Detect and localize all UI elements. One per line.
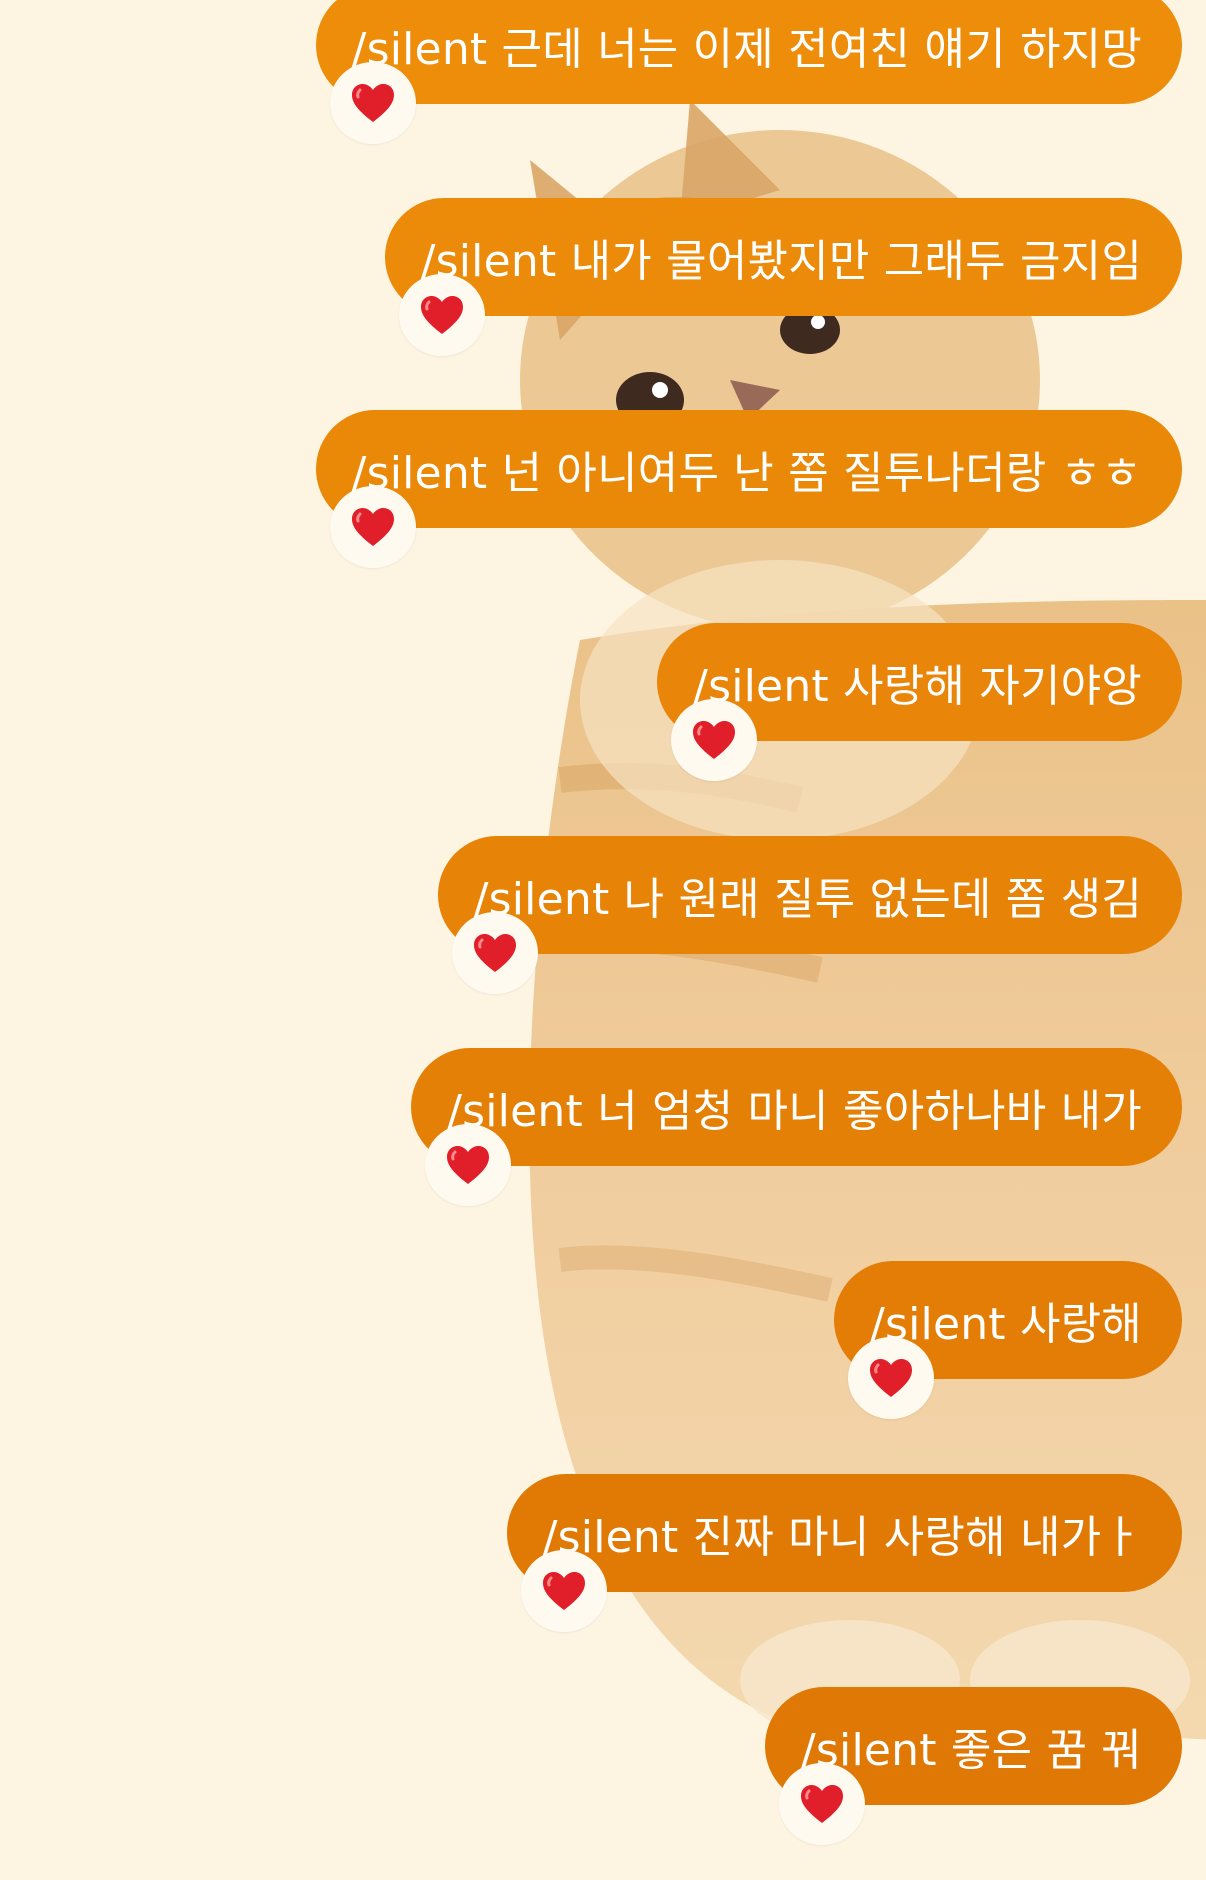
- heart-reaction[interactable]: [778, 1763, 865, 1845]
- message-item: /silent 너 엄청 마니 좋아하나바 내가: [411, 1048, 1182, 1206]
- message-item: /silent 내가 물어봤지만 그래두 금지임: [384, 198, 1182, 356]
- message-bubble[interactable]: /silent 내가 물어봤지만 그래두 금지임: [384, 198, 1182, 316]
- message-text: /silent 내가 물어봤지만 그래두 금지임: [420, 236, 1142, 287]
- message-bubble[interactable]: /silent 나 원래 질투 없는데 쫌 생김: [437, 836, 1182, 954]
- message-item: /silent 사랑해 자기야앙: [657, 623, 1182, 781]
- red-heart-icon: [800, 1785, 843, 1823]
- message-item: /silent 진짜 마니 사랑해 내가ㅏ: [506, 1474, 1182, 1632]
- message-item: /silent 나 원래 질투 없는데 쫌 생김: [437, 836, 1182, 994]
- red-heart-icon: [869, 1359, 912, 1397]
- message-text: /silent 좋은 꿈 꿔: [800, 1725, 1142, 1776]
- heart-reaction[interactable]: [847, 1337, 934, 1419]
- red-heart-icon: [542, 1572, 585, 1610]
- red-heart-icon: [420, 296, 463, 334]
- message-item: /silent 좋은 꿈 꿔: [764, 1687, 1182, 1845]
- heart-reaction[interactable]: [520, 1550, 607, 1632]
- message-bubble[interactable]: /silent 넌 아니여두 난 쫌 질투나더랑 ㅎㅎ: [315, 410, 1182, 528]
- message-item: /silent 근데 너는 이제 전여친 얘기 하지망: [315, 0, 1182, 144]
- heart-reaction[interactable]: [329, 486, 416, 568]
- message-bubble[interactable]: /silent 너 엄청 마니 좋아하나바 내가: [411, 1048, 1182, 1166]
- heart-reaction[interactable]: [425, 1124, 512, 1206]
- heart-reaction[interactable]: [398, 274, 485, 356]
- message-item: /silent 사랑해: [833, 1261, 1182, 1419]
- message-text: /silent 근데 너는 이제 전여친 얘기 하지망: [351, 24, 1142, 75]
- red-heart-icon: [473, 934, 516, 972]
- message-text: /silent 사랑해 자기야앙: [693, 661, 1142, 712]
- message-text: /silent 진짜 마니 사랑해 내가ㅏ: [542, 1512, 1142, 1563]
- red-heart-icon: [351, 84, 394, 122]
- heart-reaction[interactable]: [671, 699, 758, 781]
- message-text: /silent 나 원래 질투 없는데 쫌 생김: [473, 874, 1142, 925]
- message-bubble[interactable]: /silent 진짜 마니 사랑해 내가ㅏ: [506, 1474, 1182, 1592]
- message-text: /silent 넌 아니여두 난 쫌 질투나더랑 ㅎㅎ: [351, 448, 1142, 499]
- message-item: /silent 넌 아니여두 난 쫌 질투나더랑 ㅎㅎ: [315, 410, 1182, 568]
- red-heart-icon: [693, 721, 736, 759]
- message-list: /silent 근데 너는 이제 전여친 얘기 하지망 /silent 내가 물…: [0, 0, 1206, 1880]
- heart-reaction[interactable]: [329, 62, 416, 144]
- message-bubble[interactable]: /silent 근데 너는 이제 전여친 얘기 하지망: [315, 0, 1182, 104]
- red-heart-icon: [351, 508, 394, 546]
- red-heart-icon: [447, 1146, 490, 1184]
- message-text: /silent 너 엄청 마니 좋아하나바 내가: [447, 1086, 1142, 1137]
- heart-reaction[interactable]: [451, 912, 538, 994]
